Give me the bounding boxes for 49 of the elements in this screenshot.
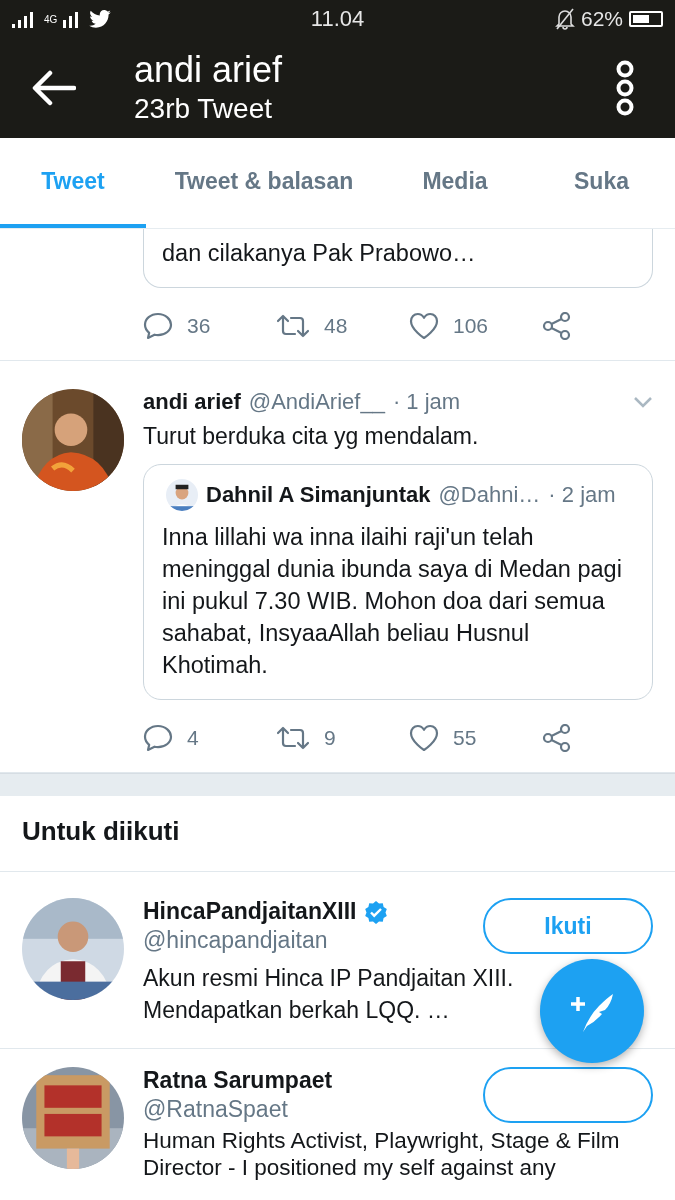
author-handle: @AndiArief__ <box>248 389 385 415</box>
retweet-count: 9 <box>324 726 336 750</box>
heart-icon[interactable] <box>409 312 439 340</box>
quoted-tweet-text: Inna lillahi wa inna ilaihi raji'un telah meninggal dunia ibunda saya di Medan pagi ini pukul 7.30 WIB. Mohon doa dari semua sahabat, InsyaaAllah beliau Husnul Khotimah. <box>162 523 623 680</box>
more-options-icon[interactable] <box>615 60 635 116</box>
user-name: HincaPandjaitanXIII <box>143 898 357 925</box>
like-count: 55 <box>453 726 477 750</box>
retweet-icon[interactable] <box>276 725 310 751</box>
reply-icon[interactable] <box>143 724 173 752</box>
battery-icon <box>629 11 663 27</box>
user-bio: Akun resmi Hinca IP Pandjaitan XIII. Mendapatkan berkah LQQ. … <box>143 964 515 1025</box>
compose-tweet-button[interactable] <box>540 959 644 1063</box>
tab[interactable]: Tweet <box>0 138 146 228</box>
tab[interactable]: Media <box>382 138 528 228</box>
network-label: 4G <box>44 13 58 25</box>
battery-percent: 62% <box>580 7 623 31</box>
tweet-count: 23rb Tweet <box>134 92 274 126</box>
tweet-text: Turut berduka cita yg mendalam. <box>143 423 480 450</box>
share-icon[interactable] <box>542 724 572 752</box>
quoted-author-name: Dahnil A Simanjuntak <box>206 482 431 508</box>
retweet-count: 48 <box>324 314 348 338</box>
heart-icon[interactable] <box>409 724 439 752</box>
tab[interactable]: Tweet & balasan <box>146 138 382 228</box>
reply-count: 4 <box>187 726 199 750</box>
author-name: andi arief <box>143 389 241 415</box>
section-title: Untuk diikuti <box>0 796 675 872</box>
muted-bell-icon <box>554 8 575 30</box>
quoted-tweet-time: · 2 jam <box>548 482 616 508</box>
tweet-time: · 1 jam <box>392 389 461 415</box>
reply-icon[interactable] <box>143 312 173 340</box>
user-handle: @RatnaSpaet <box>143 1096 289 1123</box>
user-bio: Human Rights Activist, Playwright, Stage & Film Director - I positioned my self against any <box>143 1127 621 1181</box>
quoted-tweet-text: dan cilakanya Pak Prabowo… <box>162 239 477 268</box>
quoted-tweet-card[interactable] <box>143 464 653 700</box>
tab[interactable]: Suka <box>528 138 675 228</box>
like-count: 106 <box>453 314 489 338</box>
user-name: Ratna Sarumpaet <box>143 1067 333 1094</box>
quoted-author-handle: @Dahni… <box>438 482 541 508</box>
bird-icon <box>89 10 112 28</box>
quoted-tweet-card[interactable]: dan cilakanya Pak Prabowo… <box>143 229 653 288</box>
follow-button[interactable]: Ikuti <box>483 898 653 954</box>
back-arrow-icon[interactable] <box>32 70 76 106</box>
user-handle: @hincapandjaitan <box>143 927 329 954</box>
follow-button[interactable] <box>483 1067 653 1123</box>
profile-name: andi arief <box>134 49 284 91</box>
reply-count: 36 <box>187 314 211 338</box>
clock-time: 11.04 <box>310 6 365 32</box>
share-icon[interactable] <box>542 312 572 340</box>
retweet-icon[interactable] <box>276 313 310 339</box>
